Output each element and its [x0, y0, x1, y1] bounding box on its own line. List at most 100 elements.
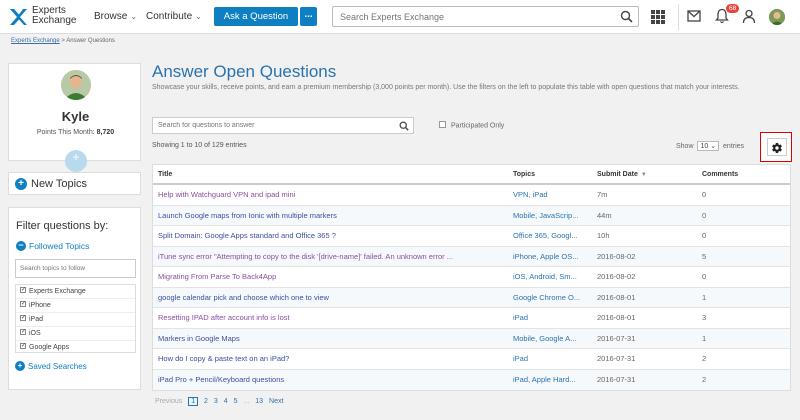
pagination-page[interactable]: 1 — [188, 397, 199, 406]
topic-item[interactable]: ✓ Experts Exchange — [16, 285, 135, 299]
question-comments: 1 — [702, 333, 707, 343]
question-title-link[interactable]: iPad Pro + Pencil/Keyboard questions — [158, 370, 507, 390]
nav-browse[interactable]: Browse ⌄ — [94, 11, 137, 22]
mail-icon[interactable] — [687, 10, 701, 22]
question-search — [152, 117, 414, 134]
question-title-link[interactable]: Split Domain: Google Apps standard and O… — [158, 226, 507, 246]
table-row[interactable]: iTune sync error "Attempting to copy to … — [153, 246, 790, 267]
topic-item[interactable]: ✓ iPad — [16, 313, 135, 327]
ask-question-button[interactable]: Ask a Question — [214, 7, 298, 26]
question-topics[interactable]: iOS, Android, Sm... — [513, 267, 593, 287]
gear-icon — [772, 143, 782, 154]
plus-circle-icon: + — [15, 361, 25, 371]
question-title-link[interactable]: Resetting IPAD after account info is los… — [158, 308, 507, 328]
participated-only-filter[interactable]: Participated Only — [439, 121, 504, 129]
questions-table: Title Topics Submit Date ▼ Comments Help … — [152, 164, 791, 391]
checkbox-checked-icon[interactable]: ✓ — [20, 301, 26, 308]
pagination-page[interactable]: 5 — [234, 398, 238, 405]
question-comments: 0 — [702, 210, 707, 220]
table-row[interactable]: Migrating From Parse To Back4App iOS, An… — [153, 267, 790, 288]
topic-item[interactable]: ✓ iPhone — [16, 299, 135, 313]
nav-contribute[interactable]: Contribute ⌄ — [146, 11, 202, 22]
question-title-link[interactable]: google calendar pick and choose which on… — [158, 288, 507, 308]
search-icon[interactable] — [620, 10, 633, 23]
question-title-link[interactable]: Help with Watchguard VPN and ipad mini — [158, 185, 507, 205]
apps-grid-icon[interactable] — [651, 10, 665, 24]
saved-searches-toggle[interactable]: + Saved Searches — [15, 361, 87, 371]
question-title-link[interactable]: Launch Google maps from Ionic with multi… — [158, 206, 507, 226]
site-search-input[interactable] — [333, 7, 613, 26]
logo-text[interactable]: Experts Exchange — [32, 6, 76, 26]
header-title[interactable]: Title — [158, 165, 172, 184]
question-date: 2016-07-31 — [597, 374, 636, 384]
question-topics[interactable]: Office 365, Googl... — [513, 226, 593, 246]
minus-circle-icon: − — [16, 241, 26, 251]
pagination-ellipsis: ... — [243, 398, 250, 405]
table-row[interactable]: How do I copy & paste text on an iPad? i… — [153, 349, 790, 370]
expand-profile-button[interactable]: + — [65, 150, 87, 172]
pagination-page[interactable]: 4 — [224, 398, 228, 405]
search-icon[interactable] — [399, 121, 409, 131]
table-settings-button[interactable] — [767, 138, 787, 156]
new-topics-button[interactable]: + New Topics — [8, 172, 141, 195]
user-avatar[interactable] — [769, 9, 785, 25]
topic-search-input[interactable] — [16, 260, 133, 277]
question-topics[interactable]: iPad, Apple Hard... — [513, 370, 593, 390]
checkbox-checked-icon[interactable]: ✓ — [20, 287, 26, 294]
question-topics[interactable]: iPhone, Apple OS... — [513, 247, 593, 267]
pagination-next[interactable]: Next — [269, 398, 283, 405]
pagination-page[interactable]: 2 — [204, 398, 208, 405]
question-topics[interactable]: VPN, iPad — [513, 185, 593, 205]
checkbox-checked-icon[interactable]: ✓ — [20, 315, 26, 322]
chevron-down-icon: ⌄ — [130, 12, 138, 21]
table-row[interactable]: Help with Watchguard VPN and ipad mini V… — [153, 185, 790, 206]
question-date: 44m — [597, 210, 612, 220]
experts-exchange-logo-icon[interactable] — [8, 7, 28, 27]
entries-per-page-select[interactable]: 10 ⌄ — [697, 141, 720, 151]
site-search — [332, 6, 639, 27]
checkbox-unchecked-icon[interactable] — [439, 121, 446, 128]
breadcrumb-home-link[interactable]: Experts Exchange — [11, 38, 60, 44]
question-title-link[interactable]: iTune sync error "Attempting to copy to … — [158, 247, 507, 267]
topic-item[interactable]: ✓ iOS — [16, 327, 135, 341]
question-date: 7m — [597, 190, 608, 199]
table-row[interactable]: Split Domain: Google Apps standard and O… — [153, 226, 790, 247]
topic-list: ✓ Experts Exchange ✓ iPhone ✓ iPad ✓ iOS ✓ Go… — [15, 284, 136, 353]
entries-summary: Showing 1 to 10 of 129 entries — [152, 142, 247, 149]
question-date: 2016-07-31 — [597, 333, 636, 343]
header-topics[interactable]: Topics — [513, 165, 535, 184]
header-comments[interactable]: Comments — [702, 165, 738, 184]
question-title-link[interactable]: How do I copy & paste text on an iPad? — [158, 349, 507, 369]
checkbox-checked-icon[interactable]: ✓ — [20, 343, 26, 350]
question-comments: 5 — [702, 251, 707, 261]
table-row[interactable]: Resetting IPAD after account info is los… — [153, 308, 790, 329]
question-topics[interactable]: Mobile, Google A... — [513, 329, 593, 349]
question-title-link[interactable]: Migrating From Parse To Back4App — [158, 267, 507, 287]
question-topics[interactable]: iPad — [513, 349, 593, 369]
topic-item[interactable]: ✓ Google Apps — [16, 341, 135, 355]
question-topics[interactable]: Mobile, JavaScrip... — [513, 206, 593, 226]
pagination-page[interactable]: 13 — [255, 398, 263, 405]
profile-avatar[interactable] — [61, 70, 91, 100]
breadcrumb: Experts Exchange > Answer Questions — [11, 38, 115, 44]
table-row[interactable]: Launch Google maps from Ionic with multi… — [153, 205, 790, 226]
question-topics[interactable]: Google Chrome O... — [513, 288, 593, 308]
question-title-link[interactable]: Markers in Google Maps — [158, 329, 507, 349]
entries-per-page: Show 10 ⌄ entries — [676, 141, 745, 151]
question-comments: 0 — [702, 231, 707, 240]
table-row[interactable]: iPad Pro + Pencil/Keyboard questions iPa… — [153, 369, 790, 390]
header-submit-date[interactable]: Submit Date ▼ — [597, 165, 647, 185]
more-options-button[interactable]: ... — [300, 7, 317, 26]
table-row[interactable]: Markers in Google Maps Mobile, Google A.… — [153, 328, 790, 349]
checkbox-checked-icon[interactable]: ✓ — [20, 329, 26, 336]
user-profile-icon[interactable] — [742, 9, 756, 24]
followed-topics-toggle[interactable]: − Followed Topics — [16, 241, 89, 251]
pagination-page[interactable]: 3 — [214, 398, 218, 405]
question-topics[interactable]: iPad — [513, 308, 593, 328]
pagination-previous[interactable]: Previous — [155, 398, 182, 405]
question-search-input[interactable] — [153, 118, 393, 133]
profile-name: Kyle — [61, 109, 90, 124]
filter-title: Filter questions by: — [16, 220, 109, 232]
table-row[interactable]: google calendar pick and choose which on… — [153, 287, 790, 308]
breadcrumb-current: Answer Questions — [66, 38, 115, 44]
